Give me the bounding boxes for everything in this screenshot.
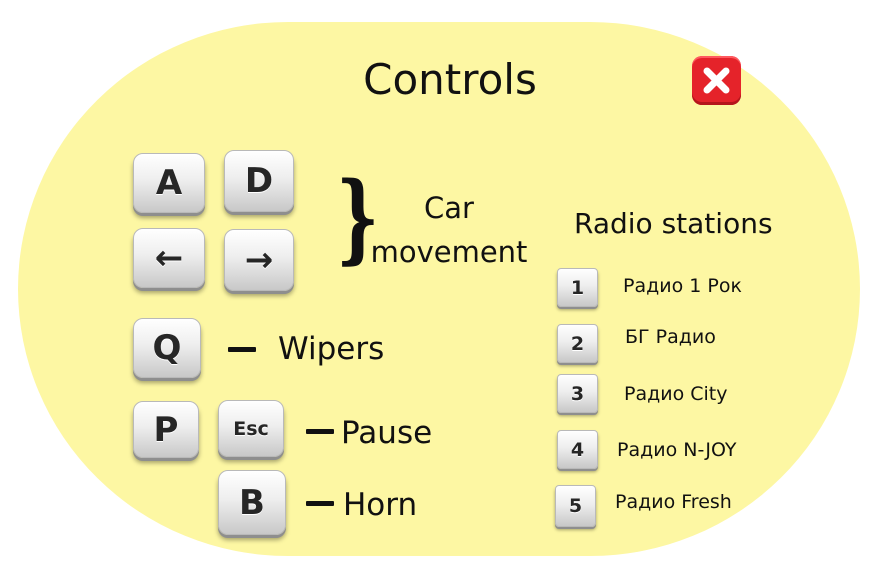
key-5: 5: [555, 485, 596, 527]
key-b: B: [218, 470, 286, 535]
wipers-label: Wipers: [278, 331, 385, 367]
key-1: 1: [557, 268, 598, 307]
station-1-name: Радио 1 Рок: [623, 275, 742, 297]
horn-label: Horn: [343, 487, 418, 523]
wipers-dash: [228, 347, 256, 352]
car-movement-label: Car movement: [364, 186, 534, 274]
car-movement-line1: Car: [424, 191, 474, 225]
station-4-name: Радио N-JOY: [617, 439, 737, 461]
key-3: 3: [557, 374, 598, 413]
pause-dash: [306, 429, 334, 434]
key-4: 4: [557, 430, 598, 469]
key-2: 2: [557, 324, 598, 363]
page-title: Controls: [363, 55, 537, 104]
key-right-arrow: →: [224, 229, 294, 291]
station-5-name: Радио Fresh: [615, 491, 732, 513]
close-button[interactable]: [692, 56, 741, 105]
key-a: A: [133, 153, 205, 213]
key-q: Q: [133, 318, 201, 378]
horn-dash: [306, 501, 334, 506]
key-left-arrow: ←: [133, 228, 205, 288]
pause-label: Pause: [341, 415, 433, 451]
car-movement-line2: movement: [370, 235, 528, 269]
key-d: D: [224, 150, 294, 212]
close-icon: [703, 67, 730, 94]
key-p: P: [133, 401, 199, 458]
key-esc: Esc: [218, 400, 284, 457]
radio-stations-title: Radio stations: [574, 207, 773, 240]
station-2-name: БГ Радио: [625, 326, 716, 348]
station-3-name: Радио City: [624, 383, 728, 405]
